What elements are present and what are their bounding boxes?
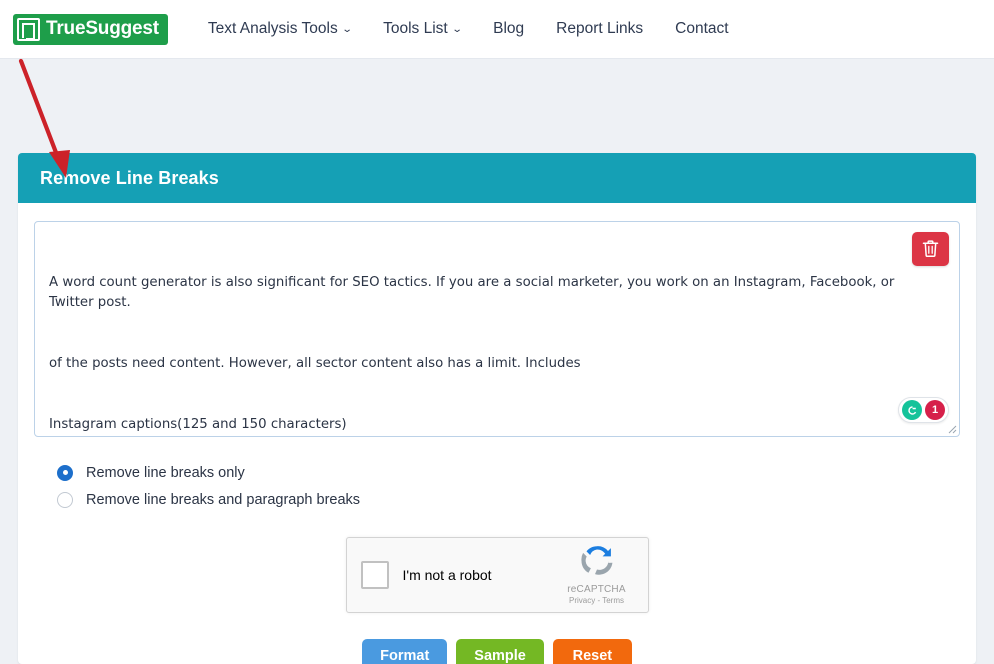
chevron-down-icon: ⌄ <box>341 24 353 35</box>
option-label: Remove line breaks and paragraph breaks <box>86 491 361 508</box>
editor-line: Instagram captions(125 and 150 character… <box>49 416 347 432</box>
site-logo[interactable]: TrueSuggest <box>13 13 168 45</box>
nav-label: Tools List <box>383 20 448 37</box>
option-label: Remove line breaks only <box>86 464 245 481</box>
recaptcha-checkbox[interactable] <box>360 561 389 589</box>
sample-button[interactable]: Sample <box>456 639 544 664</box>
trash-icon <box>922 240 939 258</box>
nav-item-text-analysis-tools[interactable]: Text Analysis Tools ⌄ <box>192 20 367 38</box>
ts-monogram-icon <box>17 17 40 41</box>
grammarly-issue-count: 1 <box>925 400 945 420</box>
grammarly-badge[interactable]: 1 <box>898 397 949 423</box>
clear-text-button[interactable] <box>912 232 949 266</box>
line-break-options: Remove line breaks only Remove line brea… <box>34 459 960 513</box>
chevron-down-icon: ⌄ <box>451 24 463 35</box>
nav-label: Blog <box>493 20 525 37</box>
recaptcha-label: I'm not a robot <box>402 567 492 583</box>
editor-content[interactable]: A word count generator is also significa… <box>49 232 945 436</box>
editor-line: A word count generator is also significa… <box>49 274 903 310</box>
tool-card-header: Remove Line Breaks <box>18 153 976 203</box>
nav-label: Report Links <box>556 20 644 37</box>
logo-text: TrueSuggest <box>46 18 159 39</box>
tool-card-body: A word count generator is also significa… <box>18 203 976 664</box>
top-navigation-bar: TrueSuggest Text Analysis Tools ⌄ Tools … <box>0 0 994 59</box>
grammarly-g-icon <box>905 403 919 417</box>
primary-nav: Text Analysis Tools ⌄ Tools List ⌄ Blog … <box>192 20 745 38</box>
recaptcha-legal-links[interactable]: Privacy - Terms <box>558 596 636 605</box>
grammarly-logo-icon <box>902 400 922 420</box>
reset-button[interactable]: Reset <box>552 639 632 664</box>
nav-item-contact[interactable]: Contact <box>659 20 744 38</box>
recaptcha-brand-text: reCAPTCHA <box>567 584 626 595</box>
nav-item-blog[interactable]: Blog <box>477 20 540 38</box>
nav-label: Text Analysis Tools <box>207 20 338 37</box>
format-button[interactable]: Format <box>362 639 448 664</box>
tool-card: Remove Line Breaks A word count generato… <box>18 153 976 664</box>
text-input-editor[interactable]: A word count generator is also significa… <box>34 221 960 437</box>
recaptcha-branding: reCAPTCHA Privacy - Terms <box>558 545 636 605</box>
editor-line: of the posts need content. However, all … <box>49 355 581 371</box>
nav-label: Contact <box>675 20 729 37</box>
radio-indicator[interactable] <box>57 464 73 481</box>
page-title: Remove Line Breaks <box>40 167 219 188</box>
action-buttons: Format Sample Reset <box>34 639 960 664</box>
recaptcha-widget[interactable]: I'm not a robot reCAPTCHA Privacy - Term… <box>345 537 649 613</box>
radio-indicator[interactable] <box>57 491 73 508</box>
nav-item-report-links[interactable]: Report Links <box>540 20 659 38</box>
option-remove-line-and-paragraph-breaks[interactable]: Remove line breaks and paragraph breaks <box>57 486 960 513</box>
resize-handle-icon[interactable] <box>945 422 957 434</box>
recaptcha-logo-icon <box>580 546 612 575</box>
nav-item-tools-list[interactable]: Tools List ⌄ <box>367 20 477 38</box>
option-remove-line-breaks-only[interactable]: Remove line breaks only <box>57 459 960 486</box>
captcha-area: I'm not a robot reCAPTCHA Privacy - Term… <box>34 537 960 613</box>
